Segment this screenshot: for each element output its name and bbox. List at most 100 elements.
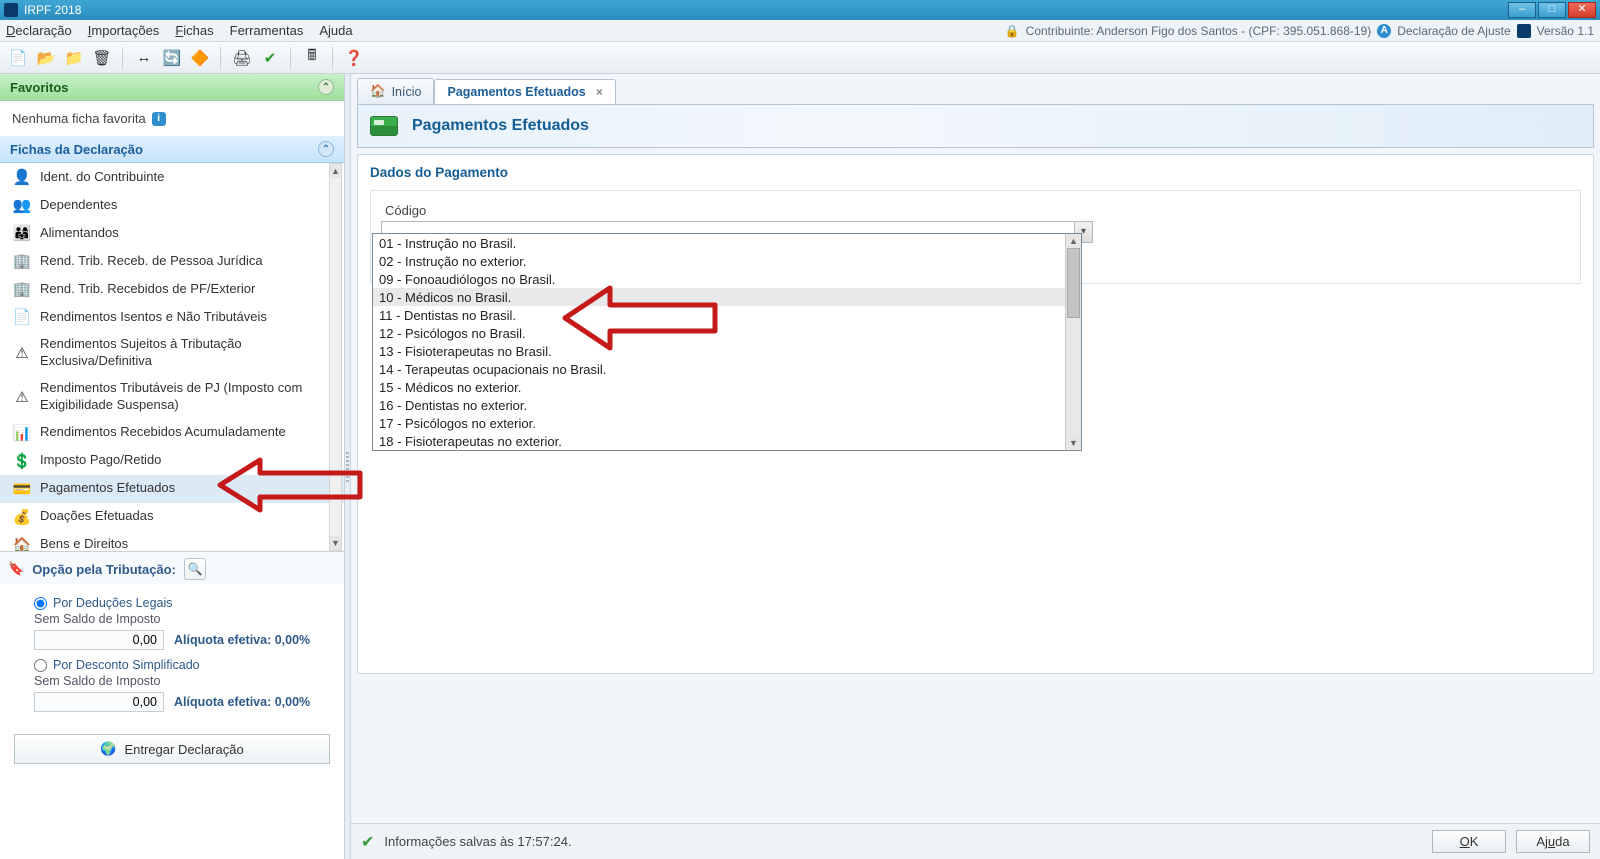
sidebar-item[interactable]: ⚠Rendimentos Sujeitos à Tributação Exclu…	[0, 331, 344, 375]
sidebar-item[interactable]: 💰Doações Efetuadas	[0, 503, 344, 531]
fichas-header[interactable]: Fichas da Declaração ⌃	[0, 136, 344, 163]
valor-deducoes[interactable]	[34, 630, 164, 650]
tb-calc-icon[interactable]: 🖩	[300, 46, 324, 70]
scroll-up-icon[interactable]: ▲	[1066, 234, 1081, 248]
ficha-label: Rend. Trib. Receb. de Pessoa Jurídica	[40, 253, 334, 270]
tb-sync-icon[interactable]: ↔	[132, 46, 156, 70]
dropdown-option[interactable]: 13 - Fisioterapeutas no Brasil.	[373, 342, 1081, 360]
tb-import-icon[interactable]: 🔶	[188, 46, 212, 70]
ficha-icon: ⚠	[12, 388, 32, 406]
tb-new-icon[interactable]: 📄	[6, 46, 30, 70]
dropdown-option[interactable]: 10 - Médicos no Brasil.	[373, 288, 1081, 306]
dropdown-option[interactable]: 11 - Dentistas no Brasil.	[373, 306, 1081, 324]
dropdown-option[interactable]: 15 - Médicos no exterior.	[373, 378, 1081, 396]
sidebar-item[interactable]: 👥 Dependentes	[0, 191, 344, 219]
scroll-down-icon[interactable]: ▼	[1066, 436, 1081, 450]
menu-ferramentas[interactable]: Ferramentas	[230, 23, 304, 38]
sidebar-item[interactable]: 📊Rendimentos Recebidos Acumuladamente	[0, 419, 344, 447]
dropdown-option[interactable]: 16 - Dentistas no exterior.	[373, 396, 1081, 414]
scroll-thumb[interactable]	[1067, 248, 1080, 318]
sidebar-item[interactable]: 🏠Bens e Direitos	[0, 531, 344, 551]
page-header: Pagamentos Efetuados	[357, 104, 1594, 148]
card-icon	[370, 116, 398, 136]
separator	[290, 47, 292, 69]
minimize-button[interactable]: –	[1508, 2, 1536, 18]
toolbar: 📄 📂 📁 🗑 ↔ 🔄 🔶 🖨 ✔ 🖩 ❓	[0, 42, 1600, 74]
sidebar-item[interactable]: 👨‍👩‍👧Alimentandos	[0, 219, 344, 247]
sidebar-item[interactable]: 💲Imposto Pago/Retido	[0, 447, 344, 475]
ficha-label: Rendimentos Recebidos Acumuladamente	[40, 424, 334, 441]
collapse-icon[interactable]: ⌃	[318, 141, 334, 157]
tb-folder-icon[interactable]: 📁	[62, 46, 86, 70]
tab-pagamentos[interactable]: Pagamentos Efetuados ×	[434, 79, 615, 104]
tb-refresh-icon[interactable]: 🔄	[160, 46, 184, 70]
sidebar-item[interactable]: 📄Rendimentos Isentos e Não Tributáveis	[0, 303, 344, 331]
ficha-icon: ⚠	[12, 344, 32, 362]
ficha-label: Imposto Pago/Retido	[40, 452, 334, 469]
dropdown-option[interactable]: 01 - Instrução no Brasil.	[373, 234, 1081, 252]
entregar-button[interactable]: 🌍 Entregar Declaração	[14, 734, 330, 764]
scroll-track[interactable]	[1066, 248, 1081, 436]
ajuda-button[interactable]: Ajuda	[1516, 830, 1590, 853]
dropdown-option[interactable]: 14 - Terapeutas ocupacionais no Brasil.	[373, 360, 1081, 378]
search-icon[interactable]: 🔍	[184, 558, 206, 580]
version-icon	[1517, 24, 1531, 38]
dropdown-option[interactable]: 12 - Psicólogos no Brasil.	[373, 324, 1081, 342]
dropdown-option[interactable]: 18 - Fisioterapeutas no exterior.	[373, 432, 1081, 450]
contribuinte-label: Contribuinte: Anderson Figo dos Santos -…	[1026, 24, 1372, 38]
entregar-label: Entregar Declaração	[124, 742, 243, 757]
tb-help-icon[interactable]: ❓	[342, 46, 366, 70]
fichas-title: Fichas da Declaração	[10, 142, 143, 157]
ficha-label: Doações Efetuadas	[40, 508, 334, 525]
aliq-deducoes: Alíquota efetiva: 0,00%	[174, 633, 310, 647]
status-info: 🔒 Contribuinte: Anderson Figo dos Santos…	[1005, 24, 1594, 38]
version-label: Versão 1.1	[1537, 24, 1594, 38]
ficha-icon: 👥	[12, 196, 32, 214]
dropdown-option[interactable]: 17 - Psicólogos no exterior.	[373, 414, 1081, 432]
info-icon[interactable]: i	[152, 112, 166, 126]
opcao-header: 🔖 Opção pela Tributação: 🔍	[0, 551, 344, 584]
favoritos-header[interactable]: Favoritos ⌃	[0, 74, 344, 101]
tab-inicio[interactable]: 🏠 Início	[357, 78, 434, 104]
sidebar-item[interactable]: 👤Ident. do Contribuinte	[0, 163, 344, 191]
menu-fichas[interactable]: Fichas	[175, 23, 213, 38]
sidebar-item[interactable]: ⚠Rendimentos Tributáveis de PJ (Imposto …	[0, 375, 344, 419]
tb-print-icon[interactable]: 🖨	[230, 46, 254, 70]
opcao-title: Opção pela Tributação:	[32, 562, 176, 577]
close-button[interactable]: ✕	[1568, 2, 1596, 18]
scroll-down-icon[interactable]: ▼	[330, 536, 341, 550]
separator	[332, 47, 334, 69]
tag-icon: 🔖	[8, 561, 24, 577]
sidebar: Favoritos ⌃ Nenhuma ficha favorita i Fic…	[0, 74, 345, 859]
ficha-label: Rend. Trib. Recebidos de PF/Exterior	[40, 281, 334, 298]
radio-deducoes[interactable]	[34, 597, 47, 610]
maximize-button[interactable]: □	[1538, 2, 1566, 18]
sidebar-item[interactable]: 🏢Rend. Trib. Recebidos de PF/Exterior	[0, 275, 344, 303]
ok-button[interactable]: OK	[1432, 830, 1506, 853]
scroll-up-icon[interactable]: ▲	[330, 164, 341, 178]
menu-ajuda[interactable]: Ajuda	[319, 23, 352, 38]
section-title: Dados do Pagamento	[370, 165, 1581, 180]
scroll-track[interactable]	[330, 178, 341, 536]
collapse-icon[interactable]: ⌃	[318, 79, 334, 95]
tb-open-icon[interactable]: 📂	[34, 46, 58, 70]
separator	[122, 47, 124, 69]
ficha-label: Rendimentos Isentos e Não Tributáveis	[40, 309, 334, 326]
sidebar-item[interactable]: 💳Pagamentos Efetuados	[0, 475, 344, 503]
ficha-label: Ident. do Contribuinte	[40, 169, 334, 186]
dropdown-option[interactable]: 09 - Fonoaudiólogos no Brasil.	[373, 270, 1081, 288]
tab-close-icon[interactable]: ×	[596, 85, 603, 99]
tb-trash-icon[interactable]: 🗑	[90, 46, 114, 70]
sidebar-item[interactable]: 🏢Rend. Trib. Receb. de Pessoa Jurídica	[0, 247, 344, 275]
dropdown-option[interactable]: 02 - Instrução no exterior.	[373, 252, 1081, 270]
tb-check-icon[interactable]: ✔	[258, 46, 282, 70]
menu-importacoes[interactable]: Importações	[88, 23, 160, 38]
valor-simplificado[interactable]	[34, 692, 164, 712]
menu-declaracao[interactable]: Declaração	[6, 23, 72, 38]
dropdown-scrollbar[interactable]: ▲ ▼	[1065, 234, 1081, 450]
ficha-label: Alimentandos	[40, 225, 334, 242]
radio-simplificado[interactable]	[34, 659, 47, 672]
sidebar-scrollbar[interactable]: ▲ ▼	[329, 163, 342, 551]
ficha-label: Dependentes	[40, 197, 334, 214]
content-footer: ✔ Informações salvas às 17:57:24. OK Aju…	[351, 823, 1600, 859]
